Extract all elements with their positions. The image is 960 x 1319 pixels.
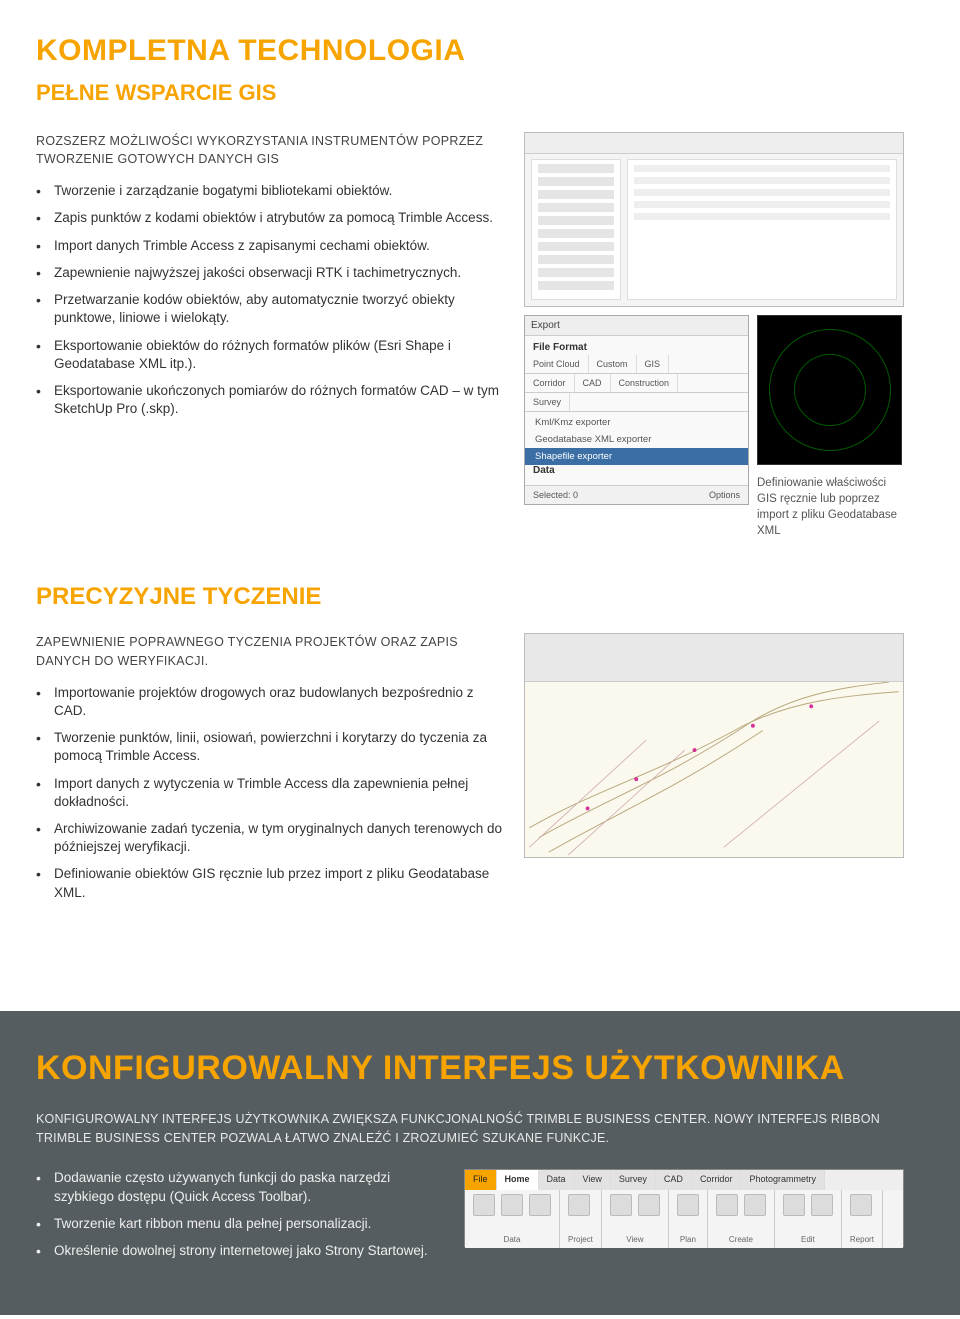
- ribbon-group-label: Create: [716, 1235, 766, 1244]
- list-item: Import danych Trimble Access z zapisanym…: [36, 237, 504, 255]
- list-item: Eksportowanie obiektów do różnych format…: [36, 337, 504, 373]
- figure-caption: Definiowanie właściwości GIS ręcznie lub…: [757, 475, 897, 539]
- screenshot-feature-manager: [524, 132, 904, 307]
- export-options-button: Options: [709, 490, 740, 500]
- ribbon-tab: Data: [539, 1170, 575, 1190]
- screenshot-ribbon-ui: File Home Data View Survey CAD Corridor …: [464, 1169, 904, 1247]
- section-gis-lead: ROZSZERZ MOŻLIWOŚCI WYKORZYSTANIA INSTRU…: [36, 132, 504, 168]
- export-col: GIS: [637, 355, 670, 373]
- list-item: Zapis punktów z kodami obiektów i atrybu…: [36, 209, 504, 227]
- section-ui-bullets: Dodawanie często używanych funkcji do pa…: [36, 1169, 438, 1269]
- export-row: Corridor: [525, 374, 575, 392]
- ribbon-group-label: Edit: [783, 1235, 833, 1244]
- screenshot-cad-plan: [524, 633, 904, 858]
- list-item: Archiwizowanie zadań tyczenia, w tym ory…: [36, 820, 504, 856]
- list-item: Tworzenie i zarządzanie bogatymi bibliot…: [36, 182, 504, 200]
- ribbon-tab: View: [575, 1170, 611, 1190]
- list-item: Dodawanie często używanych funkcji do pa…: [36, 1169, 438, 1205]
- section-ui-title: KONFIGUROWALNY INTERFEJS UŻYTKOWNIKA: [36, 1049, 924, 1088]
- screenshot-radar-view: [757, 315, 902, 465]
- list-item: Eksportowanie ukończonych pomiarów do ró…: [36, 382, 504, 418]
- export-panel-title: Export: [525, 316, 748, 336]
- list-item: Określenie dowolnej strony internetowej …: [36, 1242, 438, 1260]
- list-item: Importowanie projektów drogowych oraz bu…: [36, 684, 504, 720]
- export-panel-section: File Format: [525, 336, 748, 355]
- ribbon-group-label: View: [610, 1235, 660, 1244]
- ribbon-tab: File: [465, 1170, 497, 1190]
- export-col: Custom: [589, 355, 637, 373]
- export-data-label: Data: [533, 465, 555, 476]
- section-gis-bullets: Tworzenie i zarządzanie bogatymi bibliot…: [36, 182, 504, 418]
- list-item: Zapewnienie najwyższej jakości obserwacj…: [36, 264, 504, 282]
- export-list-item: Geodatabase XML exporter: [525, 431, 748, 448]
- list-item: Tworzenie kart ribbon menu dla pełnej pe…: [36, 1215, 438, 1233]
- page-title: KOMPLETNA TECHNOLOGIA: [36, 34, 924, 68]
- section-gis-subtitle: PEŁNE WSPARCIE GIS: [36, 80, 924, 106]
- ribbon-tab: CAD: [656, 1170, 692, 1190]
- ribbon-group-label: Plan: [677, 1235, 699, 1244]
- ribbon-tab: Corridor: [692, 1170, 742, 1190]
- ribbon-tab: Survey: [611, 1170, 656, 1190]
- ribbon-tab: Home: [497, 1170, 539, 1190]
- export-row: Point Cloud: [525, 355, 589, 373]
- export-list-item: Kml/Kmz exporter: [525, 414, 748, 431]
- section-ui-lead: KONFIGUROWALNY INTERFEJS UŻYTKOWNIKA ZWI…: [36, 1110, 924, 1148]
- export-row: Survey: [525, 393, 570, 411]
- export-col: Construction: [611, 374, 679, 392]
- ribbon-group-label: Data: [473, 1235, 551, 1244]
- ribbon-group-label: Report: [850, 1235, 874, 1244]
- screenshot-export-panel: Export File Format Point Cloud Custom GI…: [524, 315, 749, 505]
- ribbon-group-label: Project: [568, 1235, 593, 1244]
- export-footer-status: Selected: 0: [533, 490, 578, 500]
- section-stakeout-bullets: Importowanie projektów drogowych oraz bu…: [36, 684, 504, 902]
- ribbon-tab: Photogrammetry: [741, 1170, 825, 1190]
- list-item: Tworzenie punktów, linii, osiowań, powie…: [36, 729, 504, 765]
- section-stakeout-lead: ZAPEWNIENIE POPRAWNEGO TYCZENIA PROJEKTÓ…: [36, 633, 504, 669]
- export-list-item-selected: Shapefile exporter: [525, 448, 748, 465]
- list-item: Przetwarzanie kodów obiektów, aby automa…: [36, 291, 504, 327]
- export-col: CAD: [575, 374, 611, 392]
- list-item: Definiowanie obiektów GIS ręcznie lub pr…: [36, 865, 504, 901]
- section-stakeout-title: PRECYZYJNE TYCZENIE: [36, 583, 924, 611]
- list-item: Import danych z wytyczenia w Trimble Acc…: [36, 775, 504, 811]
